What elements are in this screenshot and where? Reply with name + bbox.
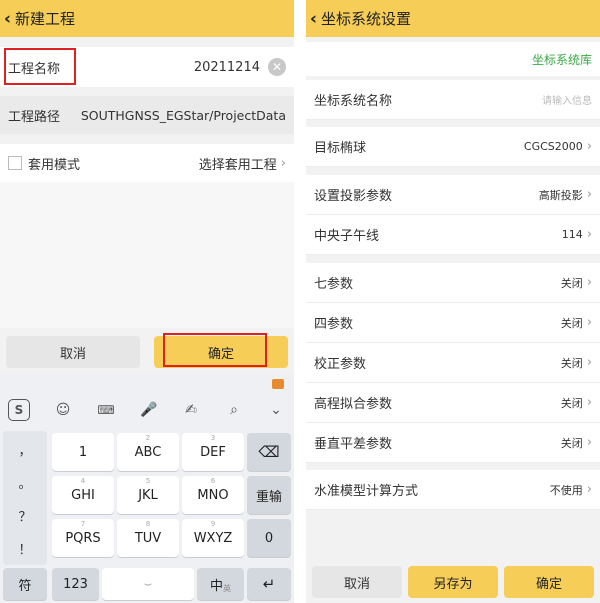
save-as-button[interactable]: 另存为 — [408, 566, 498, 598]
coord-name-input[interactable]: 请输入信息 — [542, 92, 592, 107]
key-8-tuv[interactable]: 8 TUV — [117, 519, 179, 557]
space-key[interactable]: ⌣ — [102, 568, 194, 600]
project-path-label: 工程路径 — [8, 109, 61, 125]
backspace-icon: ⌫ — [258, 443, 280, 461]
punct-period-key[interactable]: 。 — [6, 468, 44, 496]
soft-keyboard: S ☺ ⌨ 🎤 ✍ ⌕ ⌄ ， 。 ？ ！ 1 2 ABC 3 DEF ⌫ 4 GHI… — [0, 373, 294, 603]
projection-row[interactable]: 设置投影参数 高斯投影 › — [306, 175, 600, 215]
clear-input-icon[interactable]: ✕ — [268, 58, 286, 76]
collapse-keyboard-icon[interactable]: ⌄ — [265, 399, 287, 421]
microphone-icon[interactable]: 🎤 — [138, 399, 160, 421]
key-4-ghi[interactable]: 4 GHI — [52, 476, 114, 514]
number-key[interactable]: 123 — [52, 568, 99, 600]
reenter-key[interactable]: 重输 — [247, 476, 291, 514]
coordinate-library-link[interactable]: 坐标系统库 — [532, 51, 592, 68]
library-bar: 坐标系统库 — [306, 42, 600, 76]
punct-question-key[interactable]: ？ — [6, 501, 44, 529]
level-model-row[interactable]: 水准模型计算方式 不使用 › — [306, 470, 600, 510]
key-1[interactable]: 1 — [52, 433, 114, 471]
microphone-small-icon: ⌣ — [143, 576, 153, 592]
key-0[interactable]: 0 — [247, 519, 291, 557]
central-meridian-row[interactable]: 中央子午线 114 › — [306, 215, 600, 255]
highlight-box-name — [4, 48, 76, 85]
enter-icon: ↵ — [262, 575, 276, 593]
new-project-screen: ‹ 新建工程 工程名称 20211214 ✕ 工程路径 SOUTHGNSS_EG… — [0, 0, 294, 603]
key-9-wxyz[interactable]: 9 WXYZ — [182, 519, 244, 557]
project-name-input[interactable]: 20211214 — [194, 60, 260, 75]
enter-key[interactable]: ↵ — [247, 568, 291, 600]
chevron-right-icon: › — [586, 355, 592, 370]
cancel-button[interactable]: 取消 — [312, 566, 402, 598]
ime-mascot-icon — [272, 379, 284, 389]
handwriting-icon[interactable]: ✍ — [180, 399, 202, 421]
right-top-bar: ‹ 坐标系统设置 — [306, 0, 600, 37]
correction-param-row[interactable]: 校正参数 关闭 › — [306, 343, 600, 383]
chevron-right-icon: › — [586, 482, 592, 497]
template-label: 套用模式 — [28, 157, 81, 173]
page-title: 新建工程 — [15, 10, 76, 28]
page-title: 坐标系统设置 — [321, 10, 412, 28]
height-fit-param-row[interactable]: 高程拟合参数 关闭 › — [306, 383, 600, 423]
seven-param-row[interactable]: 七参数 关闭 › — [306, 263, 600, 303]
key-7-pqrs[interactable]: 7 PQRS — [52, 519, 114, 557]
keyboard-switch-icon[interactable]: ⌨ — [95, 399, 117, 421]
ok-button[interactable]: 确定 — [504, 566, 594, 598]
key-2-abc[interactable]: 2 ABC — [117, 433, 179, 471]
symbol-key[interactable]: 符 — [3, 568, 47, 600]
search-icon[interactable]: ⌕ — [223, 399, 245, 421]
cancel-button[interactable]: 取消 — [6, 336, 140, 368]
key-3-def[interactable]: 3 DEF — [182, 433, 244, 471]
four-param-row[interactable]: 四参数 关闭 › — [306, 303, 600, 343]
punct-comma-key[interactable]: ， — [6, 435, 44, 463]
chevron-right-icon: › — [586, 187, 592, 202]
keyboard-toolbar: S ☺ ⌨ 🎤 ✍ ⌕ ⌄ — [0, 395, 294, 425]
template-checkbox[interactable] — [8, 156, 22, 170]
coordinate-system-screen: ‹ 坐标系统设置 坐标系统库 坐标系统名称 请输入信息 目标椭球 CGCS200… — [306, 0, 600, 603]
project-path-row: 工程路径 SOUTHGNSS_EGStar/ProjectData — [0, 96, 294, 134]
chevron-right-icon: › — [586, 435, 592, 450]
back-chevron-icon[interactable]: ‹ — [4, 9, 11, 29]
sogou-logo-icon[interactable]: S — [8, 399, 30, 421]
chevron-right-icon: › — [586, 139, 592, 154]
back-chevron-icon[interactable]: ‹ — [310, 9, 317, 29]
backspace-key[interactable]: ⌫ — [247, 433, 291, 471]
highlight-box-ok — [163, 333, 267, 367]
template-row[interactable]: 套用模式 选择套用工程 › — [0, 144, 294, 182]
vertical-adjust-param-row[interactable]: 垂直平差参数 关闭 › — [306, 423, 600, 463]
emoji-icon[interactable]: ☺ — [52, 399, 74, 421]
coord-name-row[interactable]: 坐标系统名称 请输入信息 — [306, 80, 600, 120]
chevron-right-icon: › — [586, 227, 592, 242]
left-top-bar: ‹ 新建工程 — [0, 0, 294, 37]
chevron-right-icon: › — [586, 315, 592, 330]
key-5-jkl[interactable]: 5 JKL — [117, 476, 179, 514]
punct-exclaim-key[interactable]: ！ — [6, 534, 44, 562]
project-path-value: SOUTHGNSS_EGStar/ProjectData — [80, 107, 286, 123]
chevron-right-icon: › — [586, 275, 592, 290]
select-template-link[interactable]: 选择套用工程 — [199, 154, 277, 173]
chevron-right-icon: › — [280, 155, 286, 171]
ellipsoid-row[interactable]: 目标椭球 CGCS2000 › — [306, 127, 600, 167]
lang-switch-key[interactable]: 中英 — [197, 568, 244, 600]
empty-area — [0, 182, 294, 328]
chevron-right-icon: › — [586, 395, 592, 410]
key-6-mno[interactable]: 6 MNO — [182, 476, 244, 514]
